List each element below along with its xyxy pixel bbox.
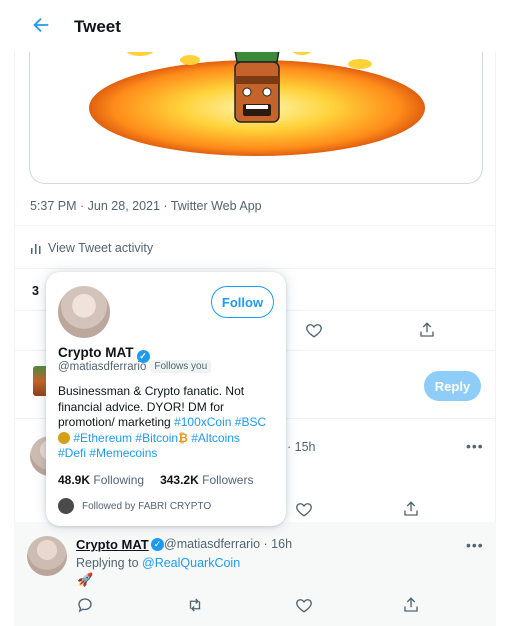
tiki-mask-icon [234,40,280,123]
replying-to-link[interactable]: @RealQuarkCoin [142,556,240,570]
back-arrow-icon[interactable] [30,14,52,36]
bitcoin-icon: ₿ [178,430,188,445]
avatar[interactable] [27,536,67,576]
avatar[interactable] [58,286,110,338]
bar-chart-icon [31,244,41,254]
author-name[interactable]: Crypto MAT [76,537,149,552]
page-title: Tweet [74,17,121,36]
hashtag-link[interactable]: #Bitcoin [135,431,178,445]
hashtag-link[interactable]: #Memecoins [89,446,157,460]
more-icon[interactable]: ••• [466,537,484,553]
replying-to: Replying to @RealQuarkCoin [76,556,241,570]
divider [14,268,496,269]
follow-button[interactable]: Follow [211,286,274,318]
share-icon[interactable] [402,596,420,614]
tweet-content: 🚀 [77,572,94,587]
share-icon[interactable] [402,500,420,518]
share-icon[interactable] [418,321,436,339]
profile-bio: Businessman & Crypto fanatic. Not financ… [58,384,267,460]
header: Tweet [0,0,520,52]
verified-icon: ✓ [151,538,164,551]
profile-handle[interactable]: @matiasdferrario [58,361,146,373]
stat-count[interactable]: 3 [32,284,39,298]
view-tweet-activity-link[interactable]: View Tweet activity [30,241,153,255]
profile-handle-row: @matiasdferrario Follows you [58,360,212,373]
activity-label: View Tweet activity [48,241,154,255]
hashtag-link[interactable]: #Defi [58,446,86,460]
author-handle[interactable]: @matiasdferrario · 16h [164,537,292,551]
followers-link[interactable]: 343.2K Followers [160,473,253,487]
followed-by[interactable]: Followed by FABRI CRYPTO [58,498,211,514]
hashtag-link[interactable]: #Altcoins [191,431,240,445]
hashtag-link[interactable]: #Ethereum [73,431,132,445]
more-icon[interactable]: ••• [466,438,484,454]
divider [14,225,496,226]
following-link[interactable]: 48.9K Following [58,473,144,487]
follows-you-badge: Follows you [150,360,212,373]
tweet-media-image[interactable] [29,40,483,184]
heart-icon[interactable] [295,596,313,614]
reply-button[interactable]: Reply [424,371,481,401]
tweet-timestamp[interactable]: 5:37 PM · Jun 28, 2021 · Twitter Web App [30,199,262,213]
comment-icon[interactable] [76,596,94,614]
retweet-icon[interactable] [186,596,204,614]
reply-timestamp[interactable]: · 15h [287,440,316,454]
profile-hovercard: Follow Crypto MAT ✓ @matiasdferrario Foll… [46,272,286,526]
hashtag-link[interactable]: #100xCoin [174,415,231,429]
avatar [58,498,74,514]
heart-icon[interactable] [295,500,313,518]
hashtag-link[interactable]: #BSC [235,415,266,429]
coin-icon [58,431,70,444]
heart-icon[interactable] [305,321,323,339]
follow-counts: 48.9K Following 343.2K Followers [58,473,253,487]
